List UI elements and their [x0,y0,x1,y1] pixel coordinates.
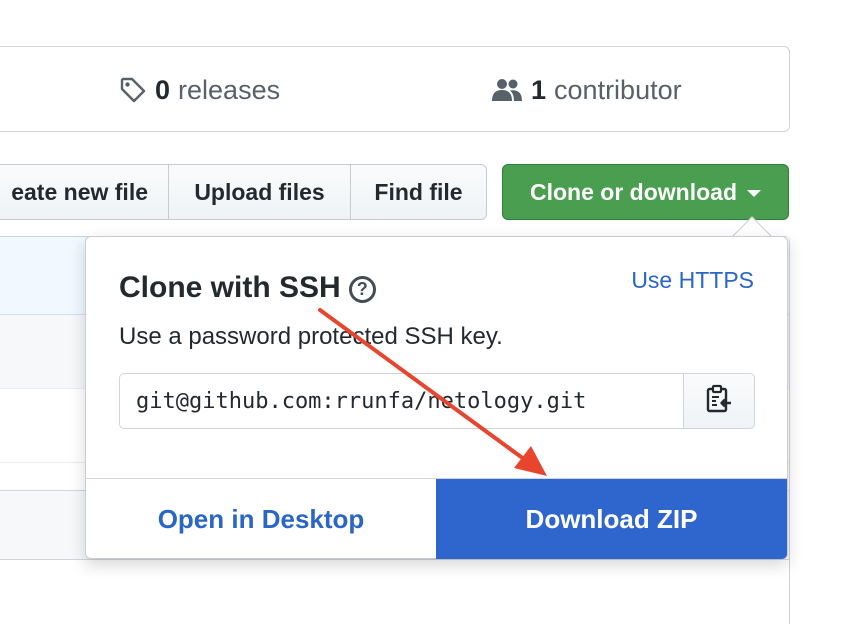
clone-description: Use a password protected SSH key. [119,323,503,350]
copy-url-button[interactable] [684,373,755,429]
tag-icon [119,76,147,104]
clone-button-label: Clone or download [530,178,737,205]
releases-count: 0 [155,74,171,105]
people-icon [491,77,523,103]
clone-url-group [119,373,755,429]
chevron-down-icon [747,190,761,197]
repo-page: 0 releases 1 contributor eate new file U… [0,0,842,624]
clone-dropdown-footer: Open in Desktop Download ZIP [86,478,787,559]
clone-url-input[interactable] [119,373,684,429]
releases-link[interactable]: 0 releases [119,47,280,133]
create-new-file-button[interactable]: eate new file [0,165,168,219]
clone-dropdown-title: Clone with SSH ? [119,271,376,305]
open-in-desktop-button[interactable]: Open in Desktop [86,479,436,559]
clone-title-text: Clone with SSH [119,271,341,304]
contributors-link[interactable]: 1 contributor [491,47,682,133]
contributors-label: contributor [554,74,682,105]
download-zip-button[interactable]: Download ZIP [436,479,787,559]
file-actions-group: eate new file Upload files Find file [0,164,487,220]
clone-or-download-button[interactable]: Clone or download [502,164,789,220]
use-https-link[interactable]: Use HTTPS [631,267,754,294]
clipboard-icon [705,384,733,419]
question-circle-icon[interactable]: ? [348,275,376,303]
repo-summary-bar: 0 releases 1 contributor [0,46,790,132]
find-file-button[interactable]: Find file [350,165,486,219]
upload-files-button[interactable]: Upload files [168,165,350,219]
clone-dropdown: Clone with SSH ? Use HTTPS Use a passwor… [85,236,788,559]
contributors-count: 1 [531,74,547,105]
releases-label: releases [178,74,281,105]
